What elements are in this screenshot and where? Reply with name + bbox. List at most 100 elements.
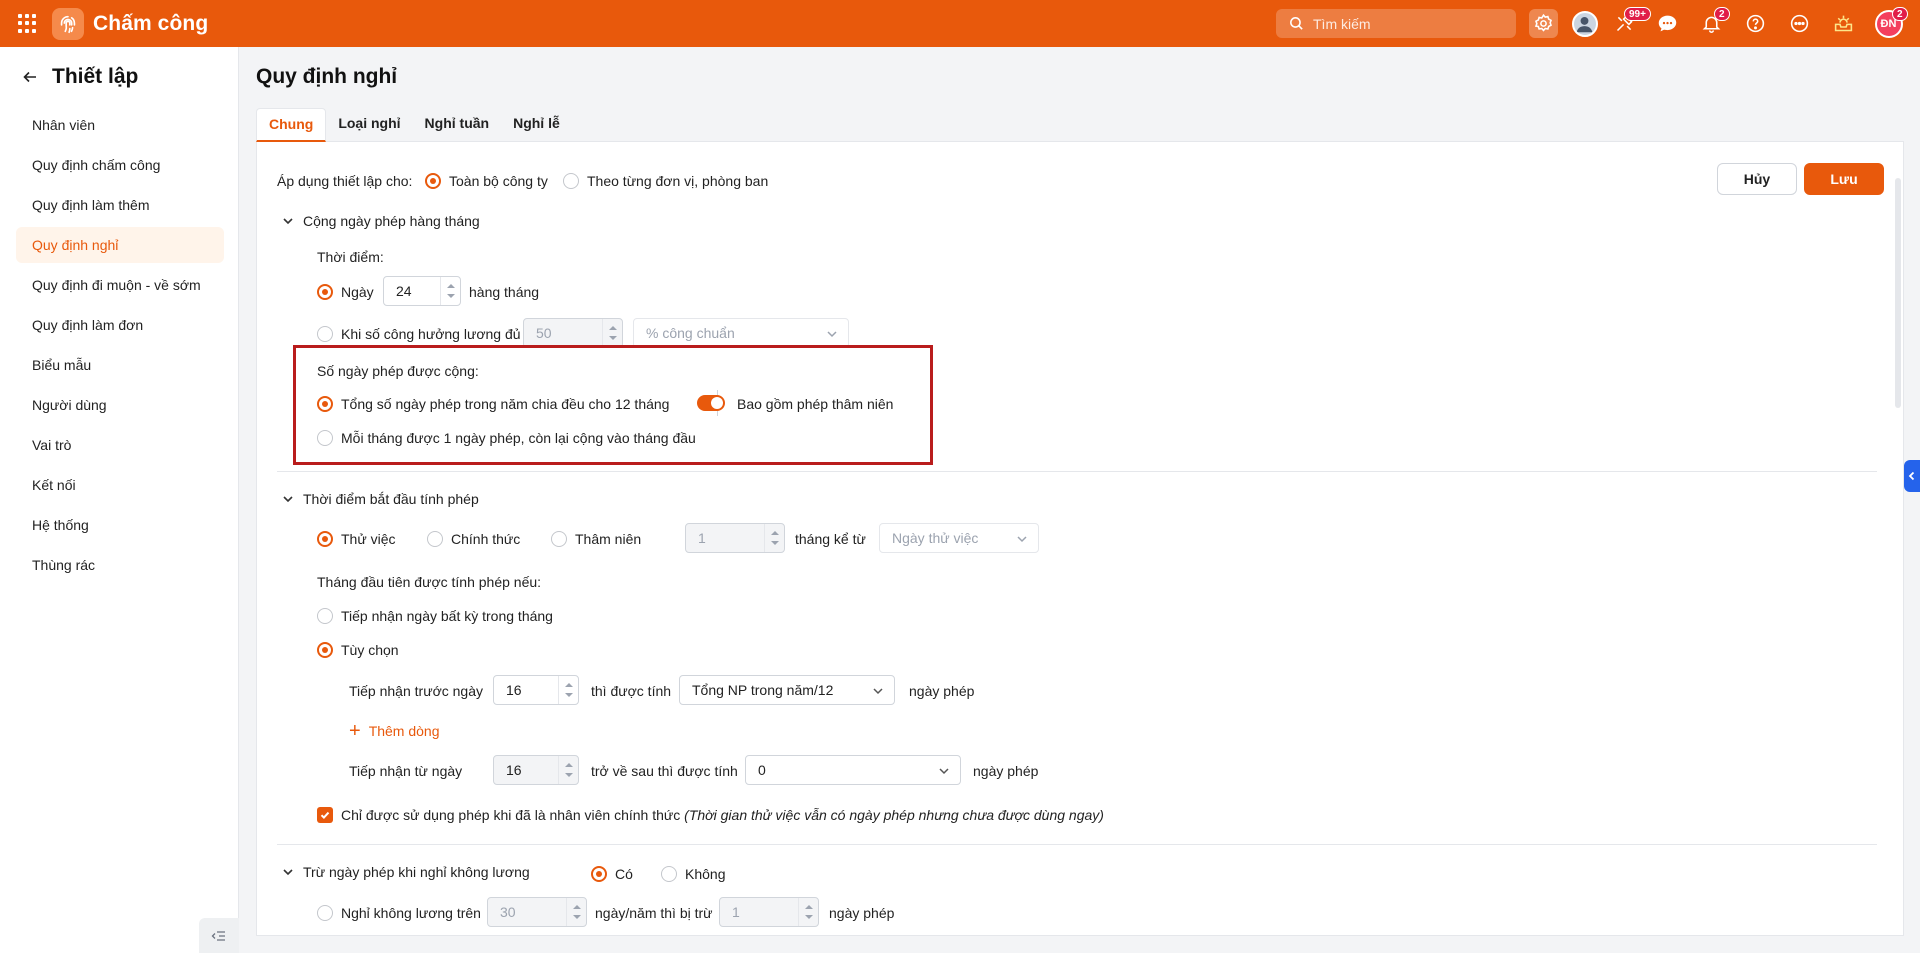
help-button[interactable] (1741, 9, 1770, 38)
tab-chung[interactable]: Chung (256, 108, 327, 142)
plus-icon: + (349, 720, 361, 742)
unpaid-no-label[interactable]: Không (685, 865, 725, 883)
unpaid-deduct-value: 1 (732, 904, 740, 920)
custom-radio[interactable] (317, 642, 333, 658)
probation-label[interactable]: Thử việc (341, 530, 396, 548)
sidebar-item-quy-dinh-cham-cong[interactable]: Quy định chấm công (16, 147, 224, 183)
when-stepper-arrows[interactable] (602, 319, 622, 347)
seniority-option-label[interactable]: Thâm niên (575, 530, 641, 548)
inbox-button[interactable] (1829, 9, 1858, 38)
apply-units-radio[interactable] (563, 173, 579, 189)
official-only-text: Chỉ được sử dụng phép khi đã là nhân viê… (341, 806, 1104, 824)
official-only-checkbox[interactable] (317, 807, 333, 823)
notifications-badge: 2 (1714, 7, 1730, 21)
sidebar-item-quy-dinh-lam-don[interactable]: Quy định làm đơn (16, 307, 224, 343)
unpaid-no-radio[interactable] (661, 866, 677, 882)
custom-label[interactable]: Tùy chọn (341, 641, 399, 659)
when-value: 50 (536, 325, 552, 341)
day-radio[interactable] (317, 284, 333, 300)
unpaid-deduct-stepper[interactable]: 1 (719, 897, 819, 927)
before-stepper-arrows[interactable] (558, 676, 578, 704)
updates-button[interactable]: 99+ (1610, 7, 1651, 38)
unpaid-section-header[interactable]: Trừ ngày phép khi nghỉ không lương (281, 864, 530, 880)
from-day-value: 16 (506, 762, 522, 778)
probation-radio[interactable] (317, 531, 333, 547)
start-section-header[interactable]: Thời điểm bắt đầu tính phép (281, 491, 479, 507)
sidebar-item-di-muon-ve-som[interactable]: Quy định đi muộn - về sớm (16, 267, 224, 303)
before-stepper[interactable]: 16 (493, 675, 579, 705)
notifications-button[interactable]: 2 (1697, 7, 1730, 38)
section-divider (277, 471, 1877, 472)
sidebar-item-nguoi-dung[interactable]: Người dùng (16, 387, 224, 423)
tab-loai-nghi[interactable]: Loại nghỉ (326, 108, 412, 142)
day-stepper-arrows[interactable] (440, 277, 460, 305)
side-panel-handle[interactable] (1904, 460, 1920, 492)
months-stepper[interactable]: 1 (685, 523, 785, 553)
back-arrow-icon[interactable] (22, 69, 38, 85)
sidebar-item-nhan-vien[interactable]: Nhân viên (16, 107, 224, 143)
unpaid-over-stepper[interactable]: 30 (487, 897, 587, 927)
apply-company-radio[interactable] (425, 173, 441, 189)
day-value: 24 (396, 283, 412, 299)
before-select[interactable]: Tổng NP trong năm/12 (679, 675, 895, 705)
from-value: Ngày thử việc (892, 530, 979, 546)
unpaid-over-radio[interactable] (317, 905, 333, 921)
profile-avatar-button[interactable] (1570, 9, 1599, 38)
from-day-stepper-arrows[interactable] (558, 756, 578, 784)
sidebar-item-thung-rac[interactable]: Thùng rác (16, 547, 224, 583)
when-stepper[interactable]: 50 (523, 318, 623, 348)
unpaid-over-mid: ngày/năm thì bị trừ (595, 905, 713, 921)
sun-inbox-icon (1834, 15, 1853, 32)
cancel-button[interactable]: Hủy (1717, 163, 1797, 195)
apply-units-label[interactable]: Theo từng đơn vị, phòng ban (587, 172, 768, 190)
collapse-sidebar-button[interactable] (199, 918, 239, 953)
sidebar-item-he-thong[interactable]: Hệ thống (16, 507, 224, 543)
settings-button[interactable] (1529, 9, 1558, 38)
unpaid-over-stepper-arrows[interactable] (566, 898, 586, 926)
from-day-select[interactable]: 0 (745, 755, 961, 785)
any-day-radio[interactable] (317, 608, 333, 624)
any-day-label[interactable]: Tiếp nhận ngày bất kỳ trong tháng (341, 607, 553, 625)
save-button[interactable]: Lưu (1804, 163, 1884, 195)
official-label[interactable]: Chính thức (451, 530, 520, 548)
unpaid-yes-radio[interactable] (591, 866, 607, 882)
apps-grid-icon[interactable] (18, 13, 38, 34)
tab-nghi-le[interactable]: Nghỉ lễ (501, 108, 572, 142)
sidebar-item-ket-noi[interactable]: Kết nối (16, 467, 224, 503)
before-select-value: Tổng NP trong năm/12 (692, 682, 834, 698)
monthly-section-title: Cộng ngày phép hàng tháng (303, 213, 480, 229)
add-row-button[interactable]: + Thêm dòng (349, 720, 440, 742)
from-select[interactable]: Ngày thử việc (879, 523, 1039, 553)
user-menu-button[interactable]: ĐN 2 (1874, 7, 1908, 38)
from-day-stepper[interactable]: 16 (493, 755, 579, 785)
months-stepper-arrows[interactable] (764, 524, 784, 552)
search-box[interactable] (1276, 9, 1516, 38)
seniority-radio[interactable] (551, 531, 567, 547)
sidebar-item-vai-tro[interactable]: Vai trò (16, 427, 224, 463)
sidebar-item-quy-dinh-lam-them[interactable]: Quy định làm thêm (16, 187, 224, 223)
panel-scrollbar[interactable] (1895, 178, 1901, 408)
more-button[interactable] (1785, 9, 1814, 38)
when-unit-select[interactable]: % công chuẩn (633, 318, 849, 348)
unpaid-yes-label[interactable]: Có (615, 865, 633, 883)
chevron-down-icon (873, 688, 883, 695)
official-radio[interactable] (427, 531, 443, 547)
start-section-title: Thời điểm bắt đầu tính phép (303, 491, 479, 507)
before-value: 16 (506, 682, 522, 698)
unpaid-deduct-stepper-arrows[interactable] (798, 898, 818, 926)
apply-company-label[interactable]: Toàn bộ công ty (449, 172, 548, 190)
unpaid-over-label: Nghỉ không lương trên (341, 905, 481, 921)
when-radio[interactable] (317, 326, 333, 342)
tabs-bar: Chung Loại nghỉ Nghỉ tuần Nghỉ lễ (256, 108, 1904, 142)
more-horizontal-icon (1790, 14, 1809, 33)
tab-nghi-tuan[interactable]: Nghỉ tuần (413, 108, 502, 142)
search-input[interactable] (1313, 15, 1503, 32)
unpaid-over-value: 30 (500, 904, 516, 920)
monthly-section-header[interactable]: Cộng ngày phép hàng tháng (281, 213, 480, 229)
when-unit-value: % công chuẩn (646, 325, 735, 341)
day-stepper[interactable]: 24 (383, 276, 461, 306)
sidebar-item-quy-dinh-nghi[interactable]: Quy định nghỉ (16, 227, 224, 263)
chat-button[interactable] (1653, 9, 1682, 38)
sidebar-item-bieu-mau[interactable]: Biểu mẫu (16, 347, 224, 383)
from-day-suffix: ngày phép (973, 763, 1039, 779)
